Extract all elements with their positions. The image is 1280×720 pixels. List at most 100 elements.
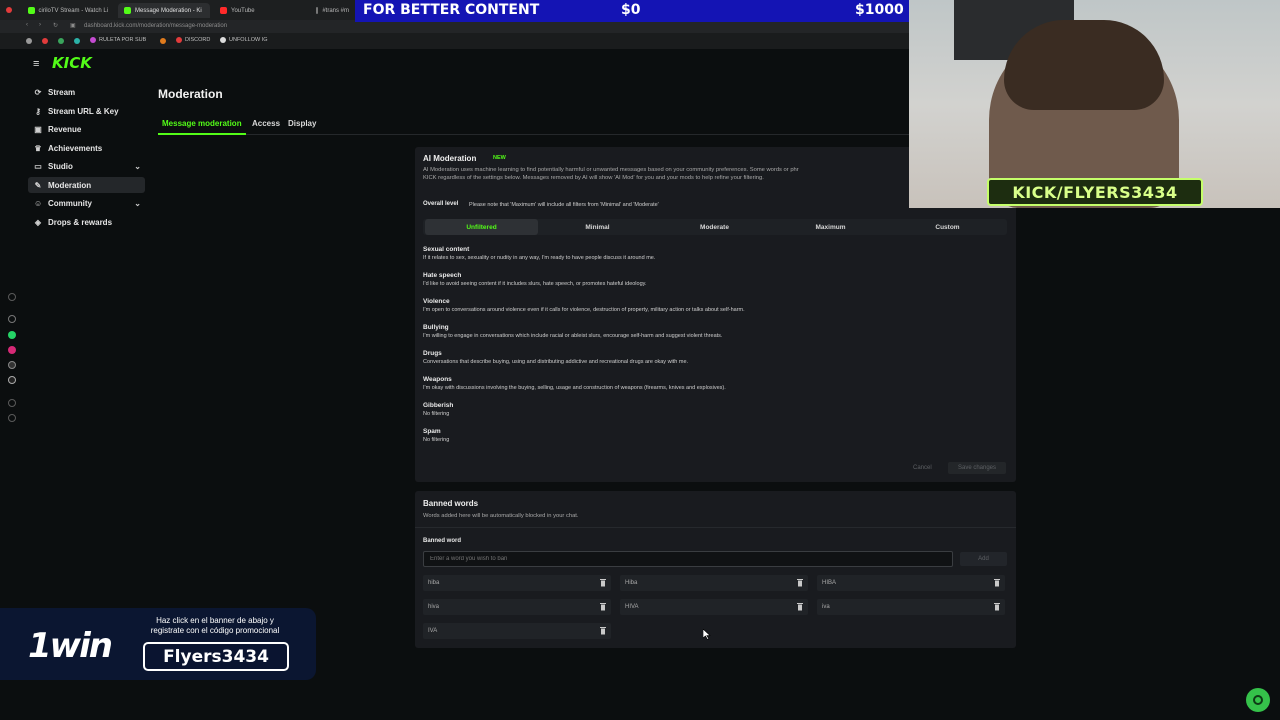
tab-label: YouTube <box>231 7 255 14</box>
chevron-down-icon: ⌄ <box>134 161 141 171</box>
tab-label: Message Moderation - Ki <box>135 7 202 14</box>
back-icon[interactable]: ‹ <box>26 22 28 28</box>
sidebar-item-label: Community <box>48 198 92 208</box>
bookmark-icon[interactable] <box>58 38 64 44</box>
browser-tab-youtube[interactable]: YouTube <box>214 3 306 18</box>
sidebar-item-community[interactable]: ☺ Community ⌄ <box>28 195 145 211</box>
stream-icon: ⟳ <box>34 87 42 97</box>
banned-word-chip: IVA <box>423 623 611 639</box>
browser-menu-icon[interactable] <box>6 7 12 13</box>
gift-icon: ◈ <box>34 217 42 227</box>
category-drugs: Drugs Conversations that describe buying… <box>423 350 688 365</box>
category-description: If it relates to sex, sexuality or nudit… <box>423 255 656 261</box>
browser-tab-moderation[interactable]: Message Moderation - Ki <box>118 3 210 18</box>
bookmark-discord[interactable]: DISCORD <box>176 37 210 43</box>
level-minimal[interactable]: Minimal <box>541 219 654 235</box>
promo-text: Haz click en el banner de abajo y regist… <box>150 616 280 635</box>
bookmark-unfollow-ig[interactable]: UNFOLLOW IG <box>220 37 268 43</box>
sidebar-item-stream-url-key[interactable]: ⚷ Stream URL & Key <box>28 103 145 119</box>
sidebar-item-achievements[interactable]: ♛ Achievements <box>28 140 145 156</box>
forward-icon[interactable]: › <box>39 22 41 28</box>
level-maximum[interactable]: Maximum <box>774 219 887 235</box>
extension-icon[interactable] <box>8 315 16 323</box>
trash-icon[interactable] <box>797 602 803 611</box>
reload-icon[interactable]: ↻ <box>53 22 58 29</box>
banned-words-divider <box>415 527 1016 528</box>
hair-shape <box>1004 20 1164 110</box>
level-custom[interactable]: Custom <box>891 219 1004 235</box>
bookmark-icon[interactable] <box>160 38 166 44</box>
bookmark-ruleta[interactable]: RULETA POR SUB <box>90 37 146 43</box>
add-button[interactable]: Add <box>960 552 1007 566</box>
trash-icon[interactable] <box>797 578 803 587</box>
tab-label: #trans #m <box>322 7 349 14</box>
bookmark-icon[interactable] <box>42 38 48 44</box>
studio-icon: ▭ <box>34 161 42 171</box>
tab-access[interactable]: Access <box>252 119 280 128</box>
url-text[interactable]: dashboard.kick.com/moderation/message-mo… <box>84 23 227 29</box>
level-moderate[interactable]: Moderate <box>658 219 771 235</box>
banned-word-chip: iva <box>817 599 1005 615</box>
trash-icon[interactable] <box>600 626 606 635</box>
goal-current: $0 <box>621 2 641 18</box>
github-icon <box>220 37 226 43</box>
banned-words-description: Words added here will be automatically b… <box>423 513 579 519</box>
banned-word-text: HIBA <box>822 580 837 586</box>
trash-icon[interactable] <box>994 602 1000 611</box>
category-description: No filtering <box>423 411 450 417</box>
banned-word-chip: hiva <box>423 599 611 615</box>
banned-word-text: hiva <box>428 604 440 610</box>
banned-word-text: HIVA <box>625 604 639 610</box>
sidebar-item-stream[interactable]: ⟳ Stream <box>28 84 145 100</box>
category-spam: Spam No filtering <box>423 428 449 443</box>
browser-tab-trans[interactable]: #trans #m <box>310 3 355 18</box>
tiktok-icon[interactable] <box>8 361 16 369</box>
category-sexual-content: Sexual content If it relates to sex, sex… <box>423 246 655 261</box>
kick-username-tag: KICK/FLYERS3434 <box>987 178 1203 206</box>
settings-icon[interactable] <box>8 414 16 422</box>
category-description: I'm okay with discussions involving the … <box>423 385 726 391</box>
sidebar-item-studio[interactable]: ▭ Studio ⌄ <box>28 158 145 174</box>
trash-icon[interactable] <box>994 578 1000 587</box>
category-title: Weapons <box>423 376 452 383</box>
category-description: Conversations that describe buying, usin… <box>423 359 689 365</box>
goal-title: FOR BETTER CONTENT <box>363 2 540 18</box>
wallet-icon: ▣ <box>34 124 42 134</box>
whatsapp-icon[interactable] <box>8 331 16 339</box>
clock-icon[interactable] <box>8 399 16 407</box>
bookmark-icon[interactable] <box>26 38 32 44</box>
tab-message-moderation[interactable]: Message moderation <box>162 119 242 128</box>
trash-icon[interactable] <box>600 602 606 611</box>
tabs-divider <box>158 134 910 135</box>
people-icon: ☺ <box>34 198 43 208</box>
category-description: I'm open to conversations around violenc… <box>423 307 745 313</box>
cancel-button[interactable]: Cancel <box>913 465 932 471</box>
category-description: I'm willing to engage in conversations w… <box>423 333 723 339</box>
save-changes-button[interactable]: Save changes <box>948 462 1006 474</box>
support-chat-button[interactable] <box>1246 688 1270 712</box>
overall-level-label: Overall level <box>423 201 459 207</box>
category-weapons: Weapons I'm okay with discussions involv… <box>423 376 726 391</box>
sidebar-item-revenue[interactable]: ▣ Revenue <box>28 121 145 137</box>
sidebar-item-label: Drops & rewards <box>48 217 113 227</box>
browser-tab-cirilo[interactable]: ciriloTV Stream - Watch Li <box>22 3 114 18</box>
lock-icon: ▣ <box>70 23 76 29</box>
sidebar-item-label: Stream URL & Key <box>48 106 119 116</box>
sidebar-item-drops-rewards[interactable]: ◈ Drops & rewards <box>28 214 145 230</box>
banned-word-input[interactable] <box>423 551 953 567</box>
sidebar-item-label: Studio <box>48 161 73 171</box>
bookmark-label: UNFOLLOW IG <box>229 37 268 43</box>
tab-display[interactable]: Display <box>288 119 316 128</box>
bookmark-icon[interactable] <box>74 38 80 44</box>
trash-icon[interactable] <box>600 578 606 587</box>
banned-word-chip: HIBA <box>817 575 1005 591</box>
x-icon[interactable] <box>8 376 16 384</box>
level-unfiltered[interactable]: Unfiltered <box>425 219 538 235</box>
bookmark-favicon-icon <box>176 37 182 43</box>
level-selector: Unfiltered Minimal Moderate Maximum Cust… <box>423 219 1007 235</box>
ai-moderation-description: AI Moderation uses machine learning to f… <box>423 167 799 173</box>
banned-word-text: Hiba <box>625 580 638 586</box>
sidebar-item-moderation[interactable]: ✎ Moderation <box>28 177 145 193</box>
history-icon[interactable] <box>8 293 16 301</box>
instagram-icon[interactable] <box>8 346 16 354</box>
